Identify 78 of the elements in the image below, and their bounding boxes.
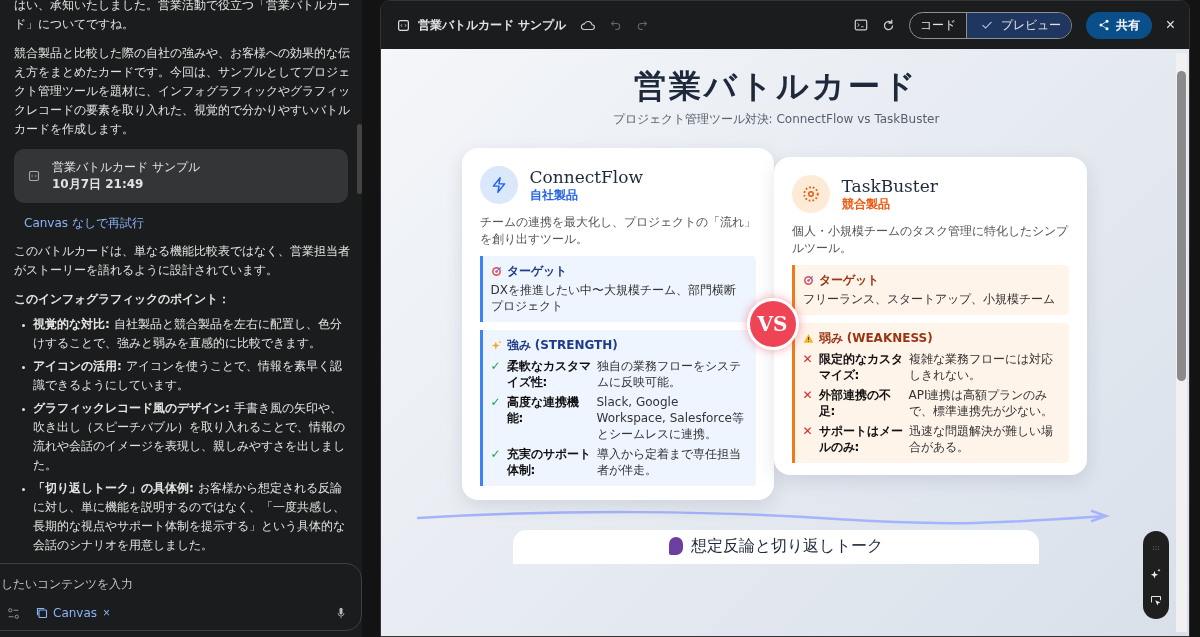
item-mark: ✕ <box>802 423 814 440</box>
section-heading: 想定反論と切り返しトーク <box>691 536 883 556</box>
share-icon <box>1097 19 1110 31</box>
item-term: 充実のサポート体制: <box>506 446 592 478</box>
close-button[interactable]: × <box>1165 16 1175 34</box>
canvas-chip[interactable]: Canvas <box>36 606 98 620</box>
product-description: チームの連携を最大化し、プロジェクトの「流れ」を創り出すツール。 <box>479 214 756 248</box>
item-term: 限定的なカスタマイズ: <box>818 351 904 383</box>
undo-icon[interactable] <box>610 19 623 31</box>
document-icon <box>28 170 40 182</box>
item-text: 独自の業務フローをシステムに反映可能。 <box>596 358 742 390</box>
tools-icon[interactable] <box>7 606 20 620</box>
target-text: フリーランス、スタートアップ、小規模チーム <box>802 291 1056 307</box>
item-term: 高度な連携機能: <box>506 394 580 427</box>
terminal-icon[interactable] <box>853 18 868 32</box>
item-mark: ✕ <box>802 351 814 368</box>
share-button[interactable]: 共有 <box>1085 11 1152 39</box>
document-icon <box>397 18 410 32</box>
target-icon <box>802 275 814 286</box>
sparkle-icon <box>490 340 502 351</box>
section-label: 強み (STRENGTH) <box>506 337 618 354</box>
target-icon <box>490 266 502 277</box>
item-term: サポートはメールのみ: <box>818 423 904 455</box>
target-label: ターゲット <box>818 272 879 289</box>
points-heading: このインフォグラフィックのポイント： <box>14 291 231 308</box>
item-term: 柔軟なカスタマイズ性: <box>506 358 592 390</box>
dashed-circle-icon <box>801 185 820 203</box>
view-toggle-button[interactable]: コード <box>909 12 966 38</box>
view-toggle-button[interactable]: プレビュー <box>965 12 1071 38</box>
bullet-text: グラフィックレコード風のデザイン: 手書き風の矢印や、吹き出し（スピーチバブル）を取り入れることで、情報の流れや会話のイメージを表現し、親しみやすさを出しました。 <box>33 400 346 474</box>
microphone-icon[interactable] <box>335 607 347 619</box>
select-icon[interactable] <box>1150 595 1162 608</box>
refresh-icon[interactable] <box>881 18 895 32</box>
artifact-card[interactable]: 営業バトルカード サンプル 10月7日 21:49 <box>14 149 348 203</box>
page-subtitle: プロジェクト管理ツール対決: ConnectFlow vs TaskBuster <box>612 111 940 128</box>
item-term: 外部連携の不足: <box>818 387 892 419</box>
section-label: 弱み (WEAKNESS) <box>818 330 933 347</box>
product-name: TaskBuster <box>841 175 938 196</box>
prompt-input[interactable]: したいコンテンツを入力 Canvas × <box>0 563 362 631</box>
artifact-time: 10月7日 21:49 <box>52 176 145 193</box>
sparkle-icon[interactable] <box>1150 568 1162 580</box>
bullet-text: 視覚的な対比: 自社製品と競合製品を左右に配置し、色分けすることで、強みと弱みを直感的に比較できます。 <box>33 316 343 352</box>
item-mark: ✓ <box>490 446 502 463</box>
product-tag: 競合製品 <box>841 195 938 213</box>
bullet-icon <box>22 366 25 369</box>
page-title: 営業バトルカード <box>633 67 919 105</box>
canvas-title: 営業バトルカード サンプル <box>418 16 567 34</box>
item-mark: ✕ <box>802 387 814 404</box>
message-paragraph: このバトルカードは、単なる機能比較表ではなく、営業担当者がストーリーを語れるように設計されています。 <box>14 243 351 279</box>
item-text: 導入から定着まで専任担当者が伴走。 <box>596 446 742 478</box>
item-text: 複雑な業務フローには対応しきれない。 <box>908 351 1054 383</box>
product-tag: 自社製品 <box>529 186 644 204</box>
canvas-icon <box>36 607 48 619</box>
check-icon <box>980 19 993 31</box>
artifact-title: 営業バトルカード サンプル <box>52 159 200 176</box>
product-name: ConnectFlow <box>529 166 644 187</box>
product-description: 個人・小規模チームのタスク管理に特化したシンプルツール。 <box>791 223 1069 257</box>
scrollbar[interactable] <box>1176 53 1187 632</box>
bullet-icon <box>22 408 25 411</box>
bullet-text: 「切り返しトーク」の具体例: お客様から想定される反論に対し、単に機能を説明するのではなく、「一度共感し、長期的な視点やサポート体制を提示する」という具体的な会話のシナリオを用意しました。 <box>33 480 346 554</box>
bullet-icon <box>22 488 25 491</box>
cloud-icon[interactable] <box>580 18 597 32</box>
item-text: API連携は高額プランのみで、標準連携先が少ない。 <box>908 387 1054 419</box>
target-text: DXを推進したい中〜大規模チーム、部門横断プロジェクト <box>490 282 737 314</box>
item-mark: ✓ <box>490 358 502 375</box>
item-text: Slack, Google Workspace, Salesforce等とシームレスに連携。 <box>596 394 745 442</box>
message-paragraph: 競合製品と比較した際の自社の強みや、お客様への効果的な伝え方をまとめたカードです。今回は、サンプルとしてプロジェクト管理ツールを題材に、インフォグラフィックやグラフィックレコードの要素を取り入れた、視覚的で分かりやすいバトルカードを作成します。 <box>14 45 351 138</box>
remove-chip-button[interactable]: × <box>103 606 111 620</box>
item-text: 迅速な問題解決が難しい場合がある。 <box>908 423 1054 455</box>
redo-icon[interactable] <box>636 19 649 31</box>
input-placeholder: したいコンテンツを入力 <box>1 576 133 593</box>
retry-link[interactable]: Canvas なしで再試行 <box>24 215 144 232</box>
bullet-text: アイコンの活用: アイコンを使うことで、情報を素早く認識できるようにしています。 <box>33 358 343 394</box>
scrollbar[interactable] <box>357 124 362 194</box>
bullet-icon <box>22 324 25 327</box>
warning-icon <box>802 333 814 344</box>
item-mark: ✓ <box>490 394 502 411</box>
target-label: ターゲット <box>506 263 567 280</box>
